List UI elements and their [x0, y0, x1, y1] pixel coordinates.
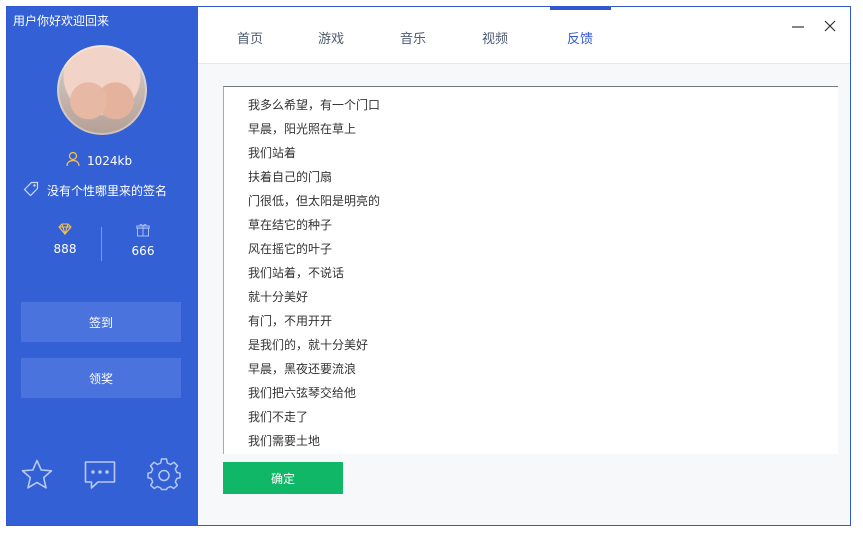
text-line: 早晨，黑夜还要流浪 — [248, 362, 357, 376]
text-line: 风在摇它的叶子 — [248, 242, 333, 256]
text-line: 草在结它的种子 — [248, 218, 333, 232]
text-line: 我们不走了 — [248, 410, 309, 424]
star-icon[interactable] — [20, 458, 54, 492]
avatar[interactable] — [57, 45, 147, 135]
text-line: 我们站着 — [248, 146, 297, 160]
text-line: 扶着自己的门扇 — [248, 170, 333, 184]
chat-icon[interactable] — [83, 458, 117, 492]
tab-feedback[interactable]: 反馈 — [567, 28, 593, 47]
claim-button[interactable]: 领奖 — [21, 358, 181, 398]
signature-text: 没有个性哪里来的签名 — [47, 184, 168, 198]
gift-count: 666 — [131, 244, 155, 258]
text-line: 早晨，阳光照在草上 — [248, 122, 357, 136]
text-line: 我们把六弦琴交给他 — [248, 386, 357, 400]
sidebar: 用户你好欢迎回来 1024kb 没有个性哪里来的签名 888 666 签到 领奖 — [7, 7, 198, 525]
minimize-icon — [792, 26, 804, 28]
text-line: 门很低，但太阳是明亮的 — [248, 194, 381, 208]
confirm-button[interactable]: 确定 — [223, 462, 343, 494]
diamond-count: 888 — [53, 242, 77, 256]
storage-value: 1024kb — [87, 153, 133, 168]
minimize-button[interactable] — [790, 18, 806, 34]
storage-info: 1024kb — [65, 151, 132, 170]
text-line: 我们站着，不说话 — [248, 266, 345, 280]
greeting-text: 用户你好欢迎回来 — [13, 14, 110, 28]
tab-games[interactable]: 游戏 — [318, 28, 344, 47]
text-line: 是我们的，就十分美好 — [248, 338, 369, 352]
gift-icon — [103, 223, 183, 240]
bottom-toolbar — [7, 458, 198, 498]
stats-panel: 888 666 — [7, 223, 198, 263]
gift-stat[interactable]: 666 — [103, 223, 183, 258]
active-tab-indicator — [550, 7, 611, 10]
feedback-textarea[interactable]: 我多么希望，有一个门口 早晨，阳光照在草上 我们站着 扶着自己的门扇 门很低，但… — [223, 86, 838, 454]
gear-icon[interactable] — [147, 458, 181, 492]
text-line: 我多么希望，有一个门口 — [248, 98, 381, 112]
signin-button[interactable]: 签到 — [21, 302, 181, 342]
tab-music[interactable]: 音乐 — [400, 28, 426, 47]
tab-video[interactable]: 视频 — [482, 28, 508, 47]
tab-bar: 首页 游戏 音乐 视频 反馈 — [198, 7, 850, 64]
stat-divider — [101, 227, 102, 261]
signature-row[interactable]: 没有个性哪里来的签名 — [23, 181, 167, 200]
tag-icon — [23, 181, 39, 200]
diamond-icon — [25, 223, 105, 238]
main-panel: 首页 游戏 音乐 视频 反馈 我多么希望，有一个门口 早晨，阳光照在草上 我们站… — [198, 7, 850, 525]
diamond-stat[interactable]: 888 — [25, 223, 105, 256]
close-icon — [824, 20, 836, 32]
app-window: 用户你好欢迎回来 1024kb 没有个性哪里来的签名 888 666 签到 领奖… — [6, 6, 851, 526]
tab-home[interactable]: 首页 — [237, 28, 263, 47]
user-icon — [65, 151, 81, 170]
text-line: 有门，不用开开 — [248, 314, 333, 328]
text-line: 我们需要土地 — [248, 434, 321, 448]
text-line: 就十分美好 — [248, 290, 309, 304]
close-button[interactable] — [822, 18, 838, 34]
